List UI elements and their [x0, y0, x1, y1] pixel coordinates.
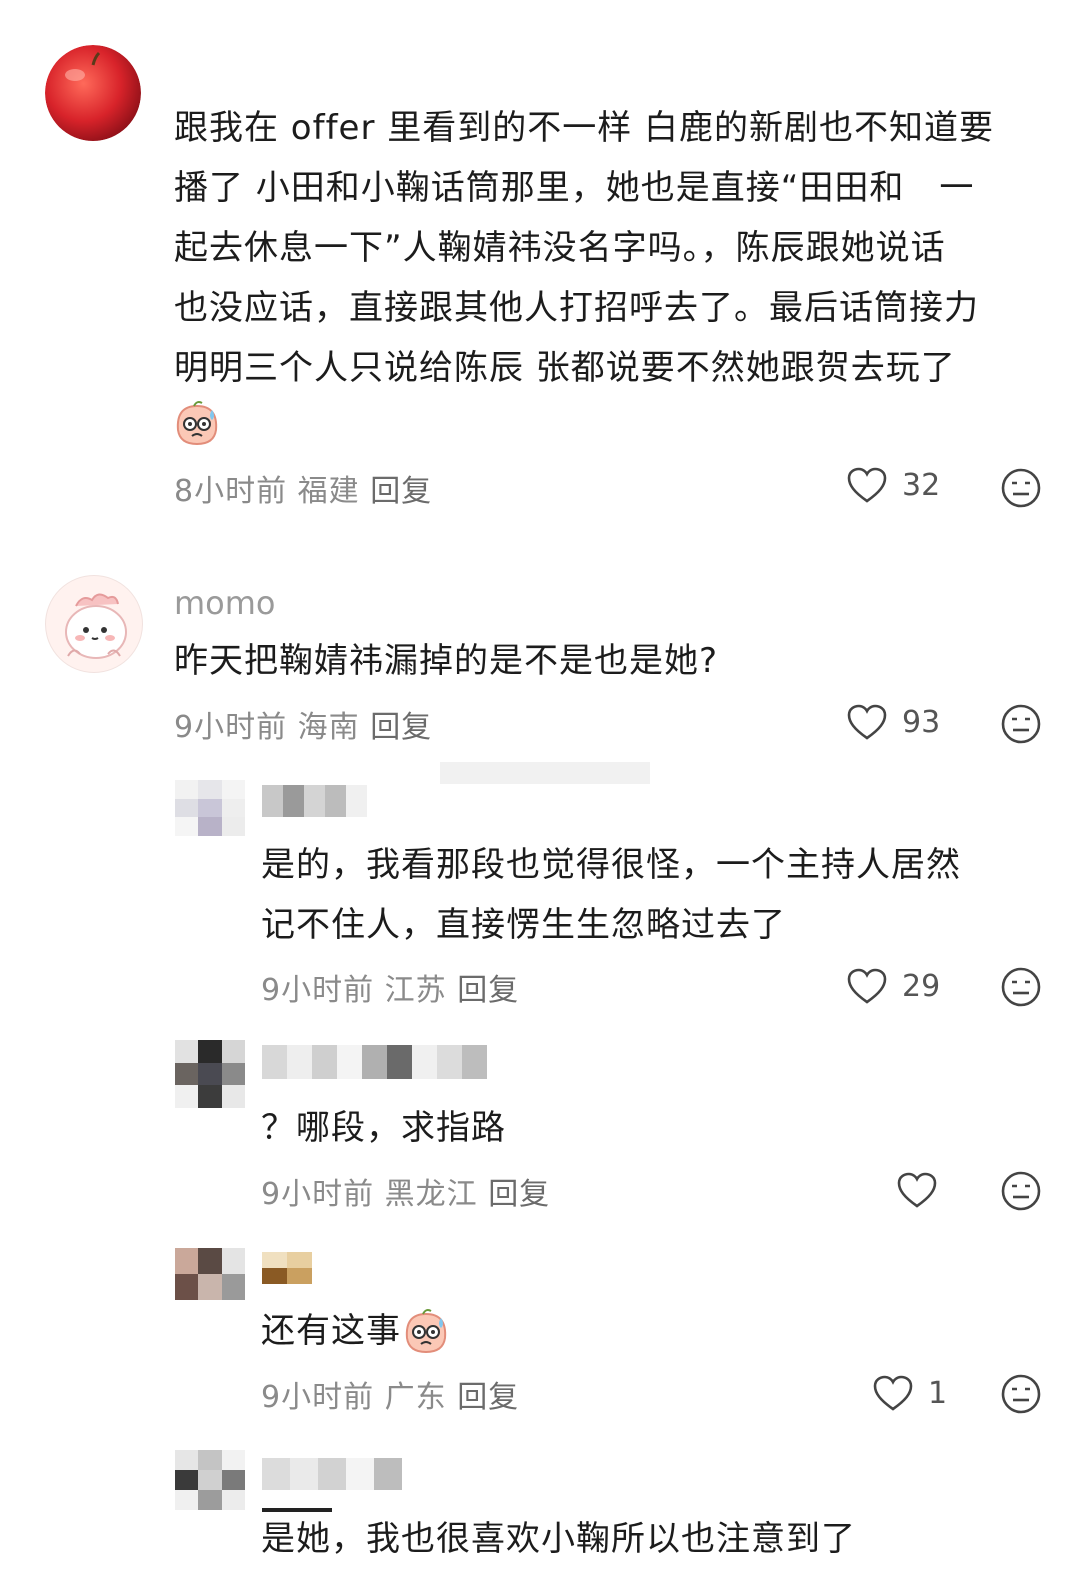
sweat-sticker-icon	[172, 400, 222, 450]
reply-text: 是她，我也很喜欢小鞠所以也注意到了	[261, 1519, 856, 1559]
heart-outline-icon	[847, 968, 887, 1004]
heart-outline-icon	[873, 1375, 913, 1411]
blurred-strip	[440, 762, 650, 784]
sweat-sticker-icon	[405, 1309, 447, 1354]
reply-meta: 9小时前 黑龙江 回复	[261, 1169, 550, 1213]
reply-text: ？哪段，求指路	[261, 1108, 506, 1148]
avatar-pixelated[interactable]	[175, 1040, 245, 1108]
location: 江苏	[384, 973, 447, 1008]
avatar-pixelated[interactable]	[175, 1248, 245, 1300]
heart-outline-icon	[897, 1172, 937, 1208]
timestamp: 8小时前	[174, 474, 288, 509]
timestamp: 9小时前	[174, 710, 288, 745]
like-count: 93	[902, 704, 941, 740]
reply-text-line: 是的，我看那段也觉得很怪，一个主持人居然	[261, 845, 961, 885]
reply-meta: 9小时前 江苏 回复	[261, 965, 519, 1009]
avatar-pixelated[interactable]	[175, 780, 245, 836]
location: 海南	[297, 710, 360, 745]
like-count: 32	[902, 467, 941, 503]
comment-text-line: 播了 小田和小鞠话筒那里，她也是直接“田田和 一	[174, 168, 975, 208]
like-button[interactable]	[896, 1171, 938, 1213]
comment-text-line: 起去休息一下”人鞠婧祎没名字吗。，陈辰跟她说话	[174, 228, 946, 268]
meh-face-icon	[1001, 704, 1041, 744]
comment-body: 跟我在 offer 里看到的不一样 白鹿的新剧也不知道要 播了 小田和小鞠话筒那…	[174, 98, 994, 398]
heart-outline-icon	[847, 704, 887, 740]
username-pixelated[interactable]	[262, 1252, 312, 1284]
reply-button[interactable]: 回复	[370, 710, 432, 745]
like-button[interactable]: 93	[846, 703, 940, 741]
reply-text-row: 还有这事	[261, 1301, 451, 1361]
avatar-pixelated[interactable]	[175, 1450, 245, 1510]
dislike-button[interactable]	[1000, 1373, 1042, 1419]
location: 福建	[297, 474, 360, 509]
location: 广东	[384, 1380, 447, 1415]
username[interactable]: momo	[174, 584, 276, 622]
timestamp: 9小时前	[261, 1177, 375, 1212]
reply-text-line: 记不住人，直接愣生生忽略过去了	[261, 905, 786, 945]
meh-face-icon	[1001, 1171, 1041, 1211]
meh-face-icon	[1001, 1374, 1041, 1414]
dislike-button[interactable]	[1000, 703, 1042, 749]
reply-text: 还有这事	[261, 1311, 401, 1351]
comment-text-line: 也没应话，直接跟其他人打招呼去了。最后话筒接力	[174, 288, 979, 328]
like-button[interactable]: 32	[846, 466, 940, 504]
username-pixelated[interactable]	[262, 1458, 402, 1490]
meh-face-icon	[1001, 468, 1041, 508]
comment-text-line: 跟我在 offer 里看到的不一样 白鹿的新剧也不知道要	[174, 108, 995, 148]
dislike-button[interactable]	[1000, 966, 1042, 1012]
reply-button[interactable]: 回复	[488, 1177, 550, 1212]
comment-meta: 9小时前 海南 回复	[174, 702, 432, 746]
reply-body: 是的，我看那段也觉得很怪，一个主持人居然 记不住人，直接愣生生忽略过去了	[261, 835, 961, 955]
dislike-button[interactable]	[1000, 467, 1042, 513]
comment-text-line: 明明三个人只说给陈辰 张都说要不然她跟贺去玩了	[174, 348, 956, 388]
like-button[interactable]: 1	[872, 1374, 947, 1412]
dislike-button[interactable]	[1000, 1170, 1042, 1216]
timestamp: 9小时前	[261, 973, 375, 1008]
reply-button[interactable]: 回复	[457, 1380, 519, 1415]
comment-text: 昨天把鞠婧祎漏掉的是不是也是她?	[174, 641, 719, 681]
avatar-momo[interactable]	[45, 575, 143, 673]
like-count: 29	[902, 968, 941, 1004]
like-count: 1	[928, 1375, 948, 1411]
username-pixelated[interactable]	[262, 785, 367, 817]
comment-meta: 8小时前 福建 回复	[174, 466, 432, 510]
like-button[interactable]: 29	[846, 967, 940, 1005]
username-pixelated[interactable]	[262, 1045, 487, 1079]
reply-button[interactable]: 回复	[457, 973, 519, 1008]
meh-face-icon	[1001, 967, 1041, 1007]
timestamp: 9小时前	[261, 1380, 375, 1415]
reply-button[interactable]: 回复	[370, 474, 432, 509]
location: 黑龙江	[384, 1177, 478, 1212]
avatar-apple[interactable]	[45, 45, 141, 141]
reply-meta: 9小时前 广东 回复	[261, 1372, 519, 1416]
heart-outline-icon	[847, 467, 887, 503]
